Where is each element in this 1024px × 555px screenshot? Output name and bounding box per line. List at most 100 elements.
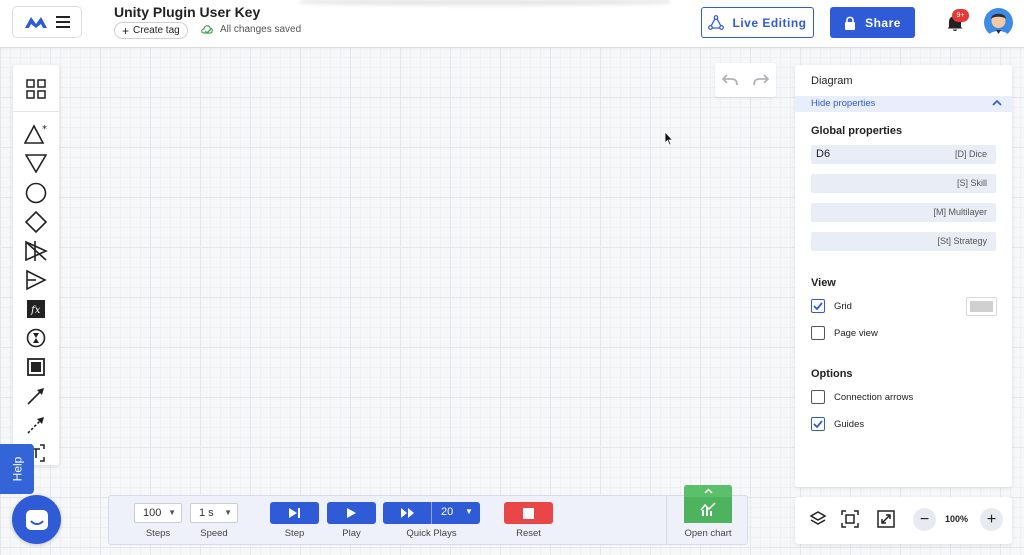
tool-state-connection[interactable]: [13, 412, 59, 438]
page-view-label: Page view: [834, 327, 878, 339]
step-icon: [289, 508, 300, 518]
mouse-cursor-icon: [664, 131, 674, 146]
multilayer-label: [M] Multilayer: [933, 207, 987, 217]
plus-icon: +: [122, 23, 130, 38]
tool-trader[interactable]: [13, 267, 59, 293]
play-button[interactable]: [327, 502, 376, 524]
quick-plays-divider: [431, 502, 432, 524]
help-label: Help: [10, 456, 24, 482]
tool-drain[interactable]: [13, 150, 59, 176]
app-menu-button[interactable]: [12, 6, 82, 38]
reset-button[interactable]: [504, 502, 553, 524]
share-button[interactable]: Share: [830, 7, 915, 38]
global-property-multilayer[interactable]: [M] Multilayer: [811, 203, 996, 222]
svg-text:*: *: [42, 124, 47, 135]
hamburger-icon: [56, 16, 70, 28]
undo-icon[interactable]: [722, 74, 739, 86]
quick-plays-value[interactable]: 20: [441, 506, 453, 518]
tool-source[interactable]: *: [13, 121, 59, 147]
tool-templates[interactable]: [13, 76, 59, 102]
properties-panel: Diagram Hide properties Global propertie…: [795, 65, 1012, 487]
node-toolbar: * fx: [13, 65, 59, 465]
grid-checkbox[interactable]: [811, 299, 825, 313]
grid-color-swatch: [970, 301, 993, 312]
resource-connection-icon: [27, 388, 44, 405]
caret-down-icon: ▼: [168, 508, 176, 517]
register-fx-icon: fx: [27, 300, 45, 318]
user-avatar[interactable]: [984, 8, 1013, 37]
top-shadow: [300, 0, 670, 5]
gate-diamond-icon: [25, 211, 47, 233]
fit-selection-icon[interactable]: [841, 510, 859, 528]
speed-label: Speed: [200, 528, 228, 539]
diagram-title[interactable]: Unity Plugin User Key: [114, 4, 260, 20]
check-icon: [813, 302, 823, 310]
panel-title: Diagram: [811, 75, 853, 87]
connection-arrows-checkbox[interactable]: [811, 390, 825, 404]
step-button[interactable]: [270, 502, 319, 524]
converter-icon: [25, 240, 48, 262]
tool-converter[interactable]: [13, 238, 59, 264]
tool-delay[interactable]: [13, 325, 59, 351]
speed-select[interactable]: 1 s ▼: [190, 503, 238, 523]
tool-register[interactable]: fx: [13, 296, 59, 322]
top-header: Unity Plugin User Key + Create tag All c…: [0, 0, 1024, 47]
chat-button[interactable]: [12, 495, 61, 544]
open-chart-button[interactable]: [684, 485, 732, 523]
svg-text:fx: fx: [30, 305, 41, 316]
tool-end-condition[interactable]: [13, 354, 59, 380]
global-property-strategy[interactable]: [St] Strategy: [811, 232, 996, 251]
connection-arrows-option[interactable]: Connection arrows: [811, 390, 913, 404]
pool-circle-icon: [25, 182, 47, 204]
state-connection-icon: [27, 417, 44, 434]
create-tag-label: Create tag: [133, 25, 180, 36]
fast-forward-icon: [401, 508, 414, 518]
play-label: Play: [342, 528, 361, 539]
notification-badge: 9+: [952, 9, 969, 22]
step-label: Step: [284, 528, 305, 539]
zoom-controls: − 100% +: [795, 497, 1012, 544]
global-property-skill[interactable]: [S] Skill: [811, 174, 996, 193]
zoom-out-button[interactable]: −: [913, 508, 936, 531]
page-view-option[interactable]: Page view: [811, 326, 878, 340]
page-view-checkbox[interactable]: [811, 326, 825, 340]
caret-down-icon[interactable]: ▼: [465, 507, 473, 516]
options-title: Options: [811, 368, 853, 380]
chart-expand-tab[interactable]: [684, 485, 732, 497]
guides-label: Guides: [834, 418, 865, 430]
global-property-dice[interactable]: D6 [D] Dice: [811, 145, 996, 164]
tool-pool[interactable]: [13, 180, 59, 206]
stop-icon: [523, 507, 534, 519]
quick-plays-button[interactable]: 20 ▼: [383, 502, 480, 524]
drain-triangle-icon: [25, 154, 47, 173]
tool-resource-connection[interactable]: [13, 383, 59, 409]
guides-option[interactable]: Guides: [811, 417, 864, 431]
toolbar-divider: [666, 496, 667, 544]
share-label: Share: [865, 15, 901, 30]
grid-option[interactable]: Grid: [811, 299, 852, 313]
layers-icon[interactable]: [809, 510, 827, 528]
live-editing-icon: [708, 15, 725, 30]
toolbar-separator: [13, 111, 59, 112]
fullscreen-icon[interactable]: [877, 510, 895, 528]
chevron-up-icon: [703, 488, 713, 494]
grid-color-picker[interactable]: [966, 297, 997, 316]
tool-gate[interactable]: [13, 209, 59, 235]
steps-select[interactable]: 100 ▼: [134, 503, 182, 523]
end-condition-icon: [27, 358, 45, 376]
save-status-text: All changes saved: [220, 24, 302, 35]
zoom-in-button[interactable]: +: [980, 508, 1003, 531]
play-icon: [347, 508, 356, 518]
hide-properties-label: Hide properties: [811, 98, 876, 109]
view-title: View: [811, 277, 836, 289]
history-controls: [715, 63, 776, 97]
trader-icon: [26, 269, 47, 291]
redo-icon[interactable]: [752, 74, 769, 86]
create-tag-button[interactable]: + Create tag: [114, 22, 188, 39]
live-editing-button[interactable]: Live Editing: [701, 7, 814, 38]
caret-down-icon: ▼: [224, 508, 232, 517]
hide-properties-toggle[interactable]: Hide properties: [795, 96, 1012, 112]
help-tab[interactable]: Help: [0, 444, 34, 494]
guides-checkbox[interactable]: [811, 417, 825, 431]
quick-plays-label: Quick Plays: [406, 528, 457, 539]
